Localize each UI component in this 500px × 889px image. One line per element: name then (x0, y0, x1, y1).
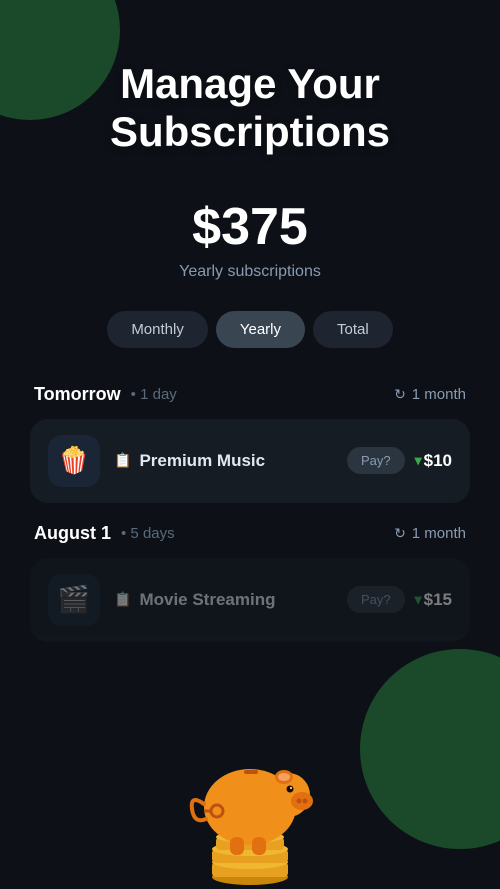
total-amount: $375 (192, 197, 308, 257)
sub-price-music: ▾ $10 (415, 451, 452, 471)
calendar-icon-music: 📋 (114, 452, 131, 469)
sub-right-movie: Pay? ▾ $15 (347, 586, 452, 613)
piggy-section (0, 669, 500, 889)
piggy-bank-illustration (170, 729, 330, 889)
sub-icon-music: 🍿 (48, 435, 100, 487)
date-section-august: August 1 • 5 days ↻ 1 month 🎬 📋 Movie St… (30, 523, 470, 642)
subscriptions-list: Tomorrow • 1 day ↻ 1 month 🍿 📋 Premium M… (30, 384, 470, 662)
tab-total[interactable]: Total (313, 311, 393, 348)
pay-badge-movie[interactable]: Pay? (347, 586, 405, 613)
date-right-august: ↻ 1 month (394, 525, 466, 542)
price-arrow-music: ▾ (415, 452, 422, 469)
date-name-august: August 1 (34, 523, 111, 544)
tab-yearly[interactable]: Yearly (216, 311, 305, 348)
recycle-icon-august: ↻ (394, 525, 406, 542)
date-section-tomorrow: Tomorrow • 1 day ↻ 1 month 🍿 📋 Premium M… (30, 384, 470, 503)
price-arrow-movie: ▾ (415, 591, 422, 608)
tab-switcher: Monthly Yearly Total (107, 311, 392, 348)
date-header-august: August 1 • 5 days ↻ 1 month (30, 523, 470, 544)
page-title: Manage Your Subscriptions (110, 60, 390, 157)
sub-info-movie: 📋 Movie Streaming (114, 590, 333, 610)
recycle-label-tomorrow: 1 month (412, 386, 466, 403)
sub-price-movie: ▾ $15 (415, 590, 452, 610)
date-right-tomorrow: ↻ 1 month (394, 386, 466, 403)
total-label: Yearly subscriptions (179, 263, 321, 281)
sub-icon-movie: 🎬 (48, 574, 100, 626)
date-name-tomorrow: Tomorrow (34, 384, 121, 405)
recycle-icon-tomorrow: ↻ (394, 386, 406, 403)
sub-info-music: 📋 Premium Music (114, 451, 333, 471)
pay-badge-music[interactable]: Pay? (347, 447, 405, 474)
sub-name-music: Premium Music (139, 451, 265, 471)
date-days-august: • 5 days (121, 525, 175, 542)
sub-card-premium-music: 🍿 📋 Premium Music Pay? ▾ $10 (30, 419, 470, 503)
date-days-tomorrow: • 1 day (131, 386, 177, 403)
recycle-label-august: 1 month (412, 525, 466, 542)
sub-card-movie: 🎬 📋 Movie Streaming Pay? ▾ $15 (30, 558, 470, 642)
tab-monthly[interactable]: Monthly (107, 311, 208, 348)
date-header-tomorrow: Tomorrow • 1 day ↻ 1 month (30, 384, 470, 405)
calendar-icon-movie: 📋 (114, 591, 131, 608)
sub-right-music: Pay? ▾ $10 (347, 447, 452, 474)
sub-name-movie: Movie Streaming (139, 590, 275, 610)
